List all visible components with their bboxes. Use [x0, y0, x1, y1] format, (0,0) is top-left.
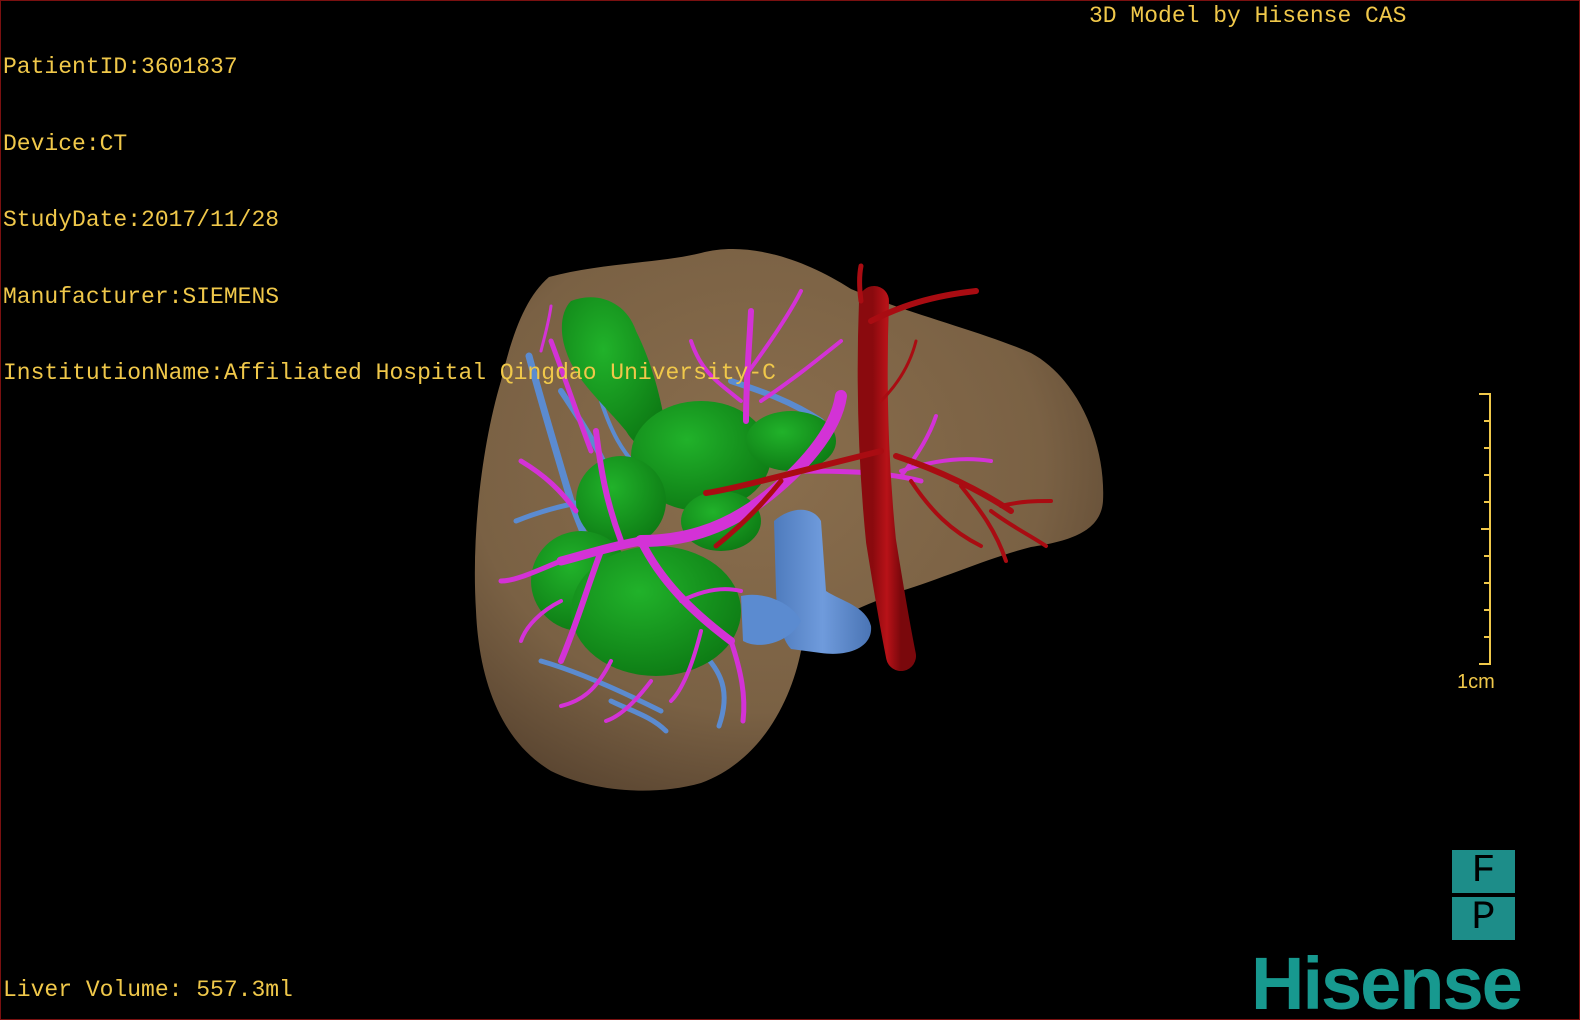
device-line: Device:CT — [3, 130, 128, 157]
patient-info: PatientID:3601837 Device:CT StudyDate:20… — [3, 4, 776, 438]
orientation-posterior-label: P — [1452, 897, 1515, 940]
patient-id-line: PatientID:3601837 — [3, 54, 238, 80]
scale-label: 1cm — [1457, 671, 1495, 693]
model-credit: 3D Model by Hisense CAS — [1089, 3, 1407, 29]
study-date-line: StudyDate:2017/11/28 — [3, 207, 280, 233]
orientation-cube[interactable]: F P — [1452, 850, 1515, 940]
scale-bar — [1479, 393, 1491, 665]
hisense-logo: Hisense — [1251, 942, 1523, 1020]
institution-line: InstitutionName:Affiliated Hospital Qing… — [3, 360, 776, 386]
liver-volume-readout: Liver Volume: 557.3ml — [3, 977, 293, 1003]
manufacturer-line: Manufacturer:SIEMENS — [3, 283, 280, 310]
orientation-front-label: F — [1452, 850, 1515, 893]
3d-viewport[interactable]: PatientID:3601837 Device:CT StudyDate:20… — [0, 0, 1580, 1020]
